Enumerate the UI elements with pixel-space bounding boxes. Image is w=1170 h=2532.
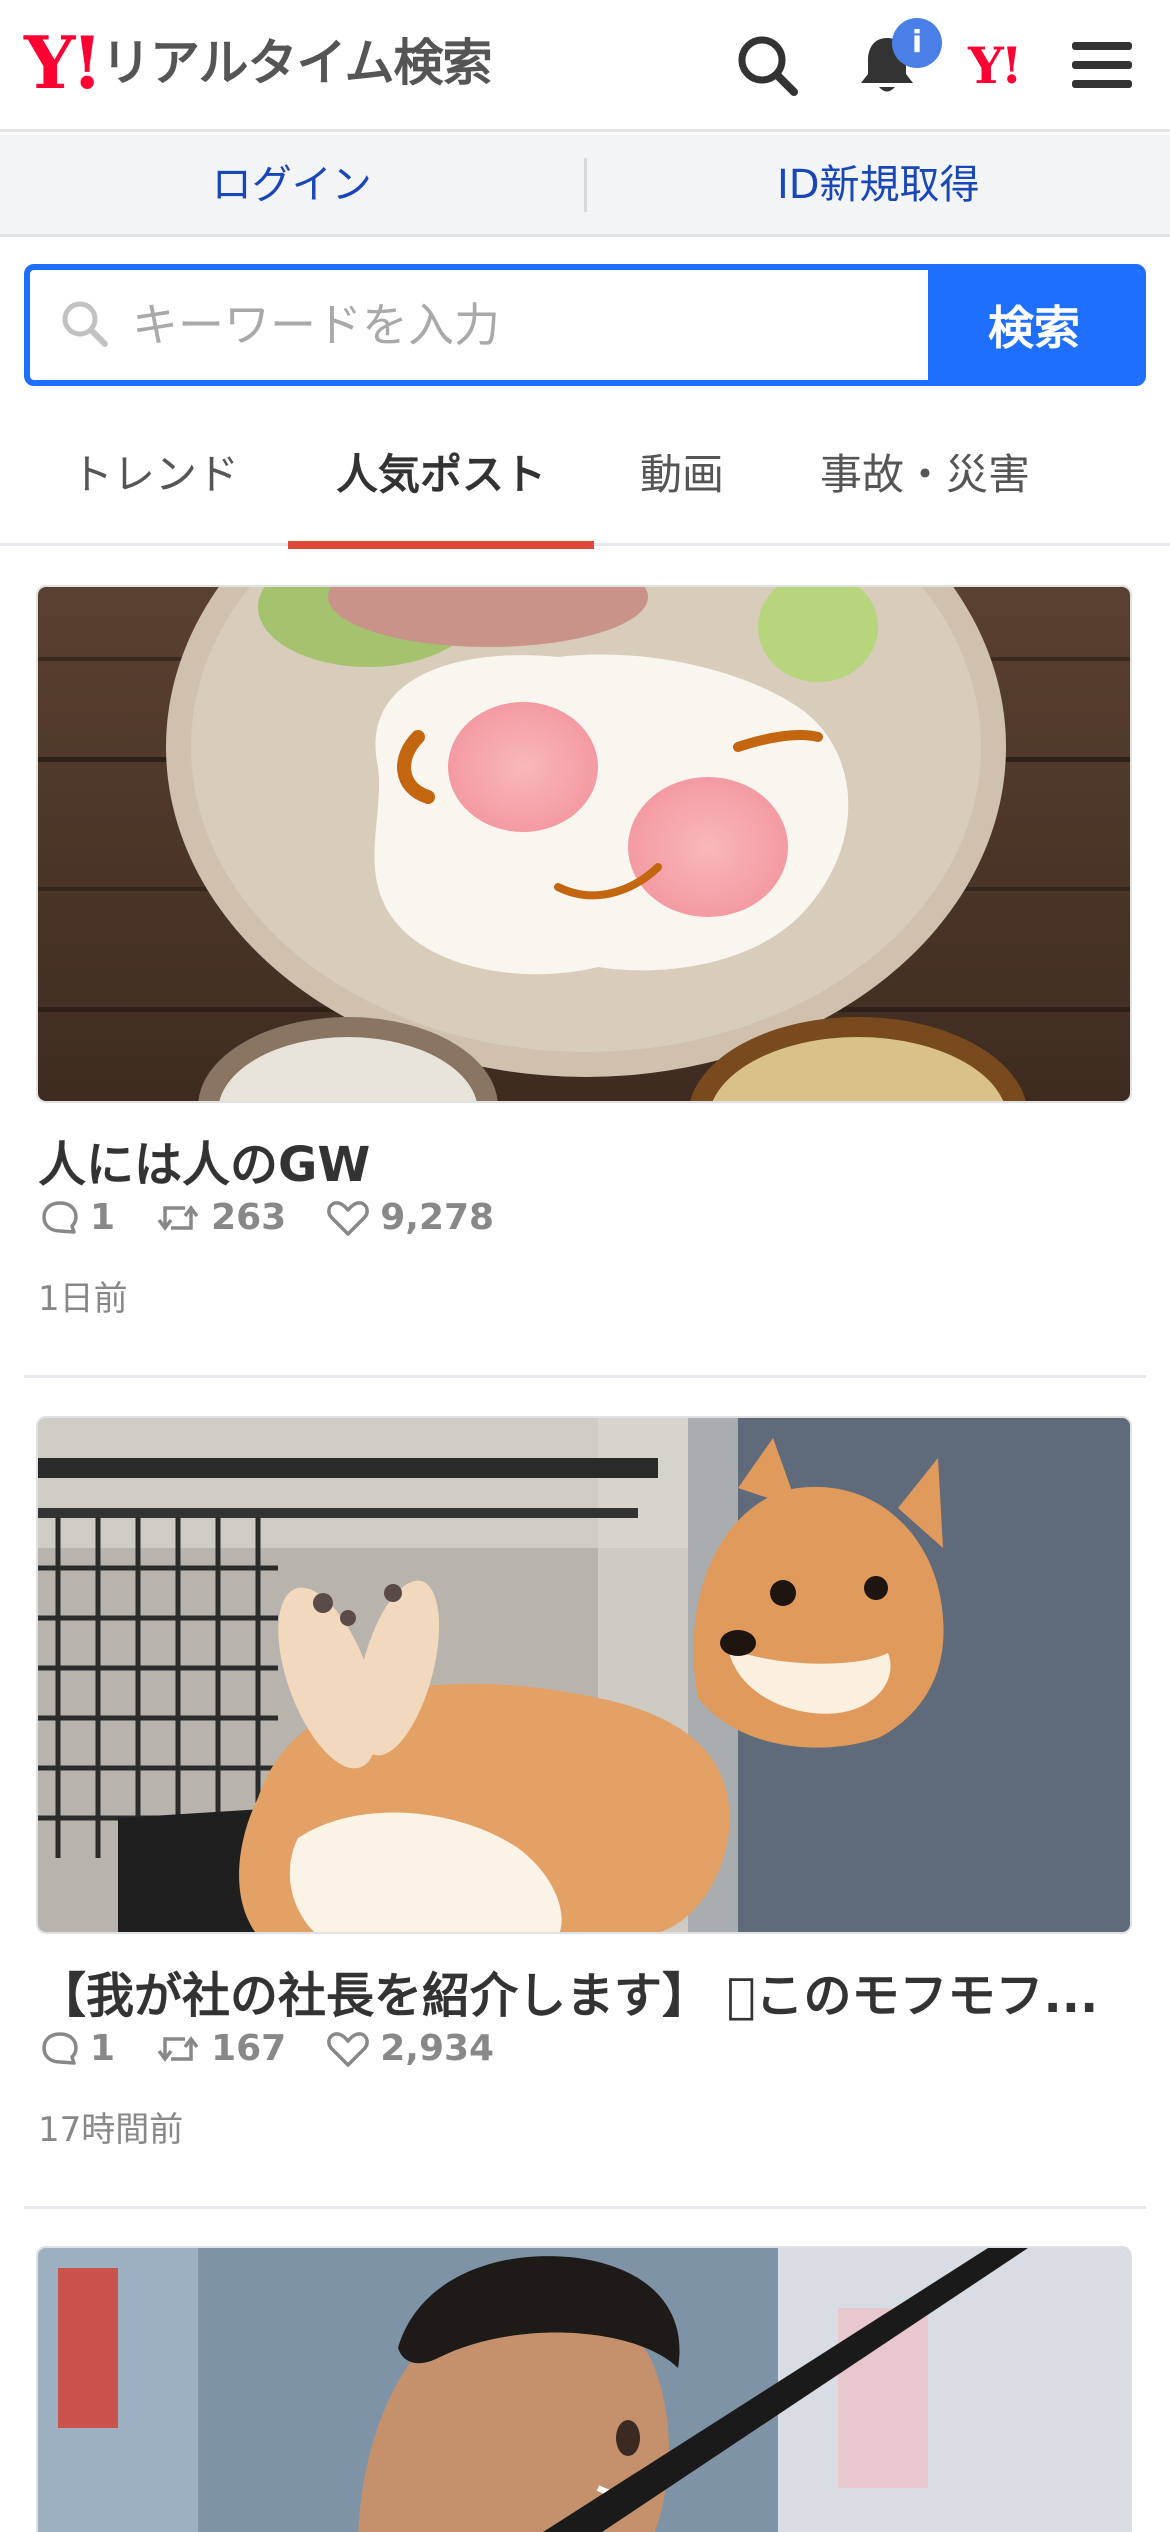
search-input-wrap	[30, 270, 928, 380]
reply-icon	[42, 1200, 78, 1234]
search-field-icon	[58, 297, 110, 353]
login-link[interactable]: ログイン	[0, 135, 584, 235]
repost-icon	[157, 2035, 199, 2062]
heart-icon	[327, 2031, 370, 2067]
tab-accident-disaster[interactable]: 事故・災害	[790, 410, 1060, 546]
like-stat[interactable]: 9,278	[326, 1197, 494, 1238]
reply-stat[interactable]: 1	[40, 1197, 115, 1238]
tab-video[interactable]: 動画	[612, 410, 752, 546]
repost-stat[interactable]: 263	[155, 1197, 286, 1238]
reply-count: 1	[90, 1197, 116, 1238]
post-time: 17時間前	[38, 2110, 184, 2150]
post-image[interactable]	[36, 585, 1132, 1103]
post-card[interactable]: 人には人のGW 1 263 9,278 1日前	[24, 585, 1146, 1380]
search-bar: 検索	[24, 264, 1146, 386]
yahoo-realtime-logo[interactable]: Y! リアルタイム検索	[24, 20, 493, 105]
register-id-link[interactable]: ID新規取得	[587, 135, 1170, 235]
heart-icon	[327, 1200, 370, 1236]
notification-badge: i	[892, 18, 942, 68]
post-image[interactable]	[36, 2246, 1132, 2532]
category-tabs: トレンド 人気ポスト 動画 事故・災害	[0, 410, 1170, 549]
post-time: 1日前	[38, 1279, 128, 1319]
like-count: 2,934	[380, 2028, 495, 2069]
reply-count: 1	[90, 2028, 116, 2069]
post-divider	[24, 2206, 1146, 2209]
post-card[interactable]: 【我が社の社長を紹介します】 􀀀このモフモフ... 1 167 2,934 17…	[24, 1416, 1146, 2211]
repost-stat[interactable]: 167	[155, 2028, 286, 2069]
post-divider	[24, 1375, 1146, 1378]
tab-trend[interactable]: トレンド	[40, 410, 270, 546]
reply-stat[interactable]: 1	[40, 2028, 115, 2069]
post-image[interactable]	[36, 1416, 1132, 1934]
repost-count: 263	[211, 1197, 287, 1238]
app-header: Y! リアルタイム検索 i Y!	[0, 0, 1170, 132]
search-button[interactable]: 検索	[928, 270, 1140, 380]
login-bar: ログイン ID新規取得	[0, 135, 1170, 237]
tab-popular-posts[interactable]: 人気ポスト	[288, 410, 594, 549]
search-input[interactable]	[132, 298, 892, 352]
post-card[interactable]	[24, 2246, 1146, 2532]
hamburger-menu-icon[interactable]	[1068, 30, 1138, 100]
post-stats: 1 167 2,934	[40, 2028, 534, 2069]
logo-mark: Y!	[24, 20, 103, 105]
yahoo-logo-icon[interactable]: Y!	[968, 36, 1048, 106]
like-stat[interactable]: 2,934	[326, 2028, 494, 2069]
post-title[interactable]: 【我が社の社長を紹介します】 􀀀このモフモフ...	[38, 1956, 1128, 2026]
like-count: 9,278	[380, 1197, 495, 1238]
search-icon[interactable]	[732, 30, 802, 100]
repost-icon	[157, 1204, 199, 1231]
post-title[interactable]: 人には人のGW	[38, 1125, 1128, 1195]
post-stats: 1 263 9,278	[40, 1197, 534, 1238]
repost-count: 167	[211, 2028, 287, 2069]
logo-text: リアルタイム検索	[101, 34, 492, 92]
reply-icon	[42, 2031, 78, 2065]
